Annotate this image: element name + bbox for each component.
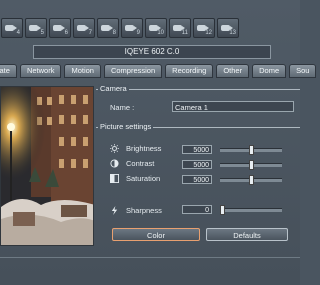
camera-button[interactable]: 4 [1,18,23,38]
camera-button[interactable]: 5 [25,18,47,38]
camera-number: 6 [64,30,68,36]
contrast-slider[interactable] [220,160,282,170]
camera-icon [5,25,17,31]
camera-button[interactable]: 11 [169,18,191,38]
brightness-slider[interactable] [220,145,282,155]
contrast-label: Contrast [126,159,155,168]
camera-preview-image [0,86,94,246]
saturation-label: Saturation [126,174,161,183]
camera-number: 11 [181,30,188,36]
camera-icon [101,25,113,31]
camera-icon [77,25,89,31]
contrast-icon [110,159,119,168]
name-label: Name : [110,103,135,112]
camera-number: 7 [88,30,92,36]
camera-button[interactable]: 7 [73,18,95,38]
slider-thumb[interactable] [249,175,254,185]
camera-number: 12 [205,30,212,36]
camera-icon [29,25,41,31]
settings-panel: Camera Name : Camera 1 Picture settings … [96,84,300,254]
camera-button[interactable]: 12 [193,18,215,38]
brightness-value[interactable]: 5000 [182,145,212,154]
camera-settings-window: 4 5 6 7 8 9 10 11 12 13 IQEYE 602 C.0 ra… [0,0,317,285]
tab-sound[interactable]: Sou [289,64,317,78]
camera-number: 13 [229,30,236,36]
saturation-icon [110,174,119,183]
brightness-label: Brightness [126,144,162,153]
slider-thumb[interactable] [249,160,254,170]
camera-number: 9 [136,30,140,36]
camera-button[interactable]: 8 [97,18,119,38]
tab-network[interactable]: Network [19,64,62,78]
camera-button[interactable]: 9 [121,18,143,38]
device-title: IQEYE 602 C.0 [33,45,271,59]
sharpness-icon [111,206,118,215]
camera-icon [125,25,137,31]
saturation-value[interactable]: 5000 [182,175,212,184]
camera-selector-strip: 4 5 6 7 8 9 10 11 12 13 [0,18,301,40]
camera-button[interactable]: 10 [145,18,167,38]
camera-button[interactable]: 13 [217,18,239,38]
defaults-button[interactable]: Defaults [206,228,288,241]
tab-other[interactable]: Other [216,64,250,78]
camera-number: 5 [40,30,44,36]
bottom-divider [0,257,300,258]
contrast-value[interactable]: 5000 [182,160,212,169]
saturation-slider[interactable] [220,175,282,185]
camera-icon [53,25,65,31]
sharpness-value[interactable]: 0 [182,205,212,214]
color-button[interactable]: Color [112,228,200,241]
tab-motion[interactable]: Motion [64,64,101,78]
tab-recording[interactable]: Recording [165,64,214,78]
slider-thumb[interactable] [249,145,254,155]
picture-settings-title: Picture settings [98,122,154,131]
tab-rate[interactable]: rate [0,64,17,78]
sharpness-slider[interactable] [220,205,282,215]
camera-number: 10 [157,30,164,36]
sharpness-label: Sharpness [126,206,162,215]
slider-thumb[interactable] [220,205,225,215]
tab-compression[interactable]: Compression [103,64,163,78]
preview-scene [1,87,93,245]
camera-group-title: Camera [98,84,129,93]
settings-tabs: rate Network Motion Compression Recordin… [0,64,317,78]
camera-name-input[interactable]: Camera 1 [172,101,294,112]
brightness-icon [110,144,119,153]
camera-button[interactable]: 6 [49,18,71,38]
camera-number: 4 [16,30,20,36]
camera-icon [173,25,185,31]
tab-dome[interactable]: Dome [252,64,287,78]
camera-number: 8 [112,30,116,36]
